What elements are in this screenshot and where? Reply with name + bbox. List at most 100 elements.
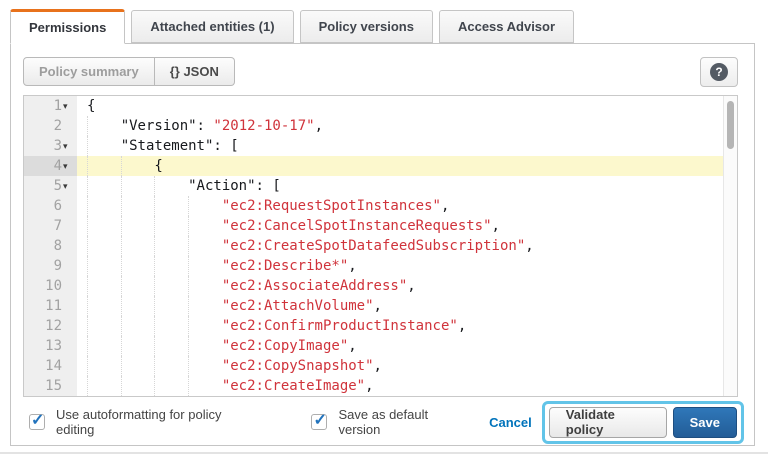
indent-guide [188,256,222,276]
indent-guide [121,256,155,276]
json-code-editor[interactable]: 1▾2▾3▾4▾5▾6▾7▾8▾9▾10▾11▾12▾13▾14▾15▾ {"V… [23,95,738,397]
fold-arrow-icon[interactable]: ▾ [63,96,74,116]
tab-access-advisor[interactable]: Access Advisor [439,10,574,43]
policy-editor-page: PermissionsAttached entities (1)Policy v… [0,0,768,460]
code-line: "ec2:CancelSpotInstanceRequests", [77,216,723,236]
line-number: 10 [45,276,62,296]
indent-guide [87,316,121,336]
indent-guide [87,376,121,396]
line-number: 12 [45,316,62,336]
gutter-line: 11▾ [24,296,77,316]
gutter-line: 12▾ [24,316,77,336]
code-line: "ec2:CreateImage", [77,376,723,396]
gutter-line: 1▾ [24,96,77,116]
code-line: "ec2:AssociateAddress", [77,276,723,296]
editor-gutter: 1▾2▾3▾4▾5▾6▾7▾8▾9▾10▾11▾12▾13▾14▾15▾ [24,96,77,396]
json-view-button[interactable]: {} JSON [155,57,235,86]
line-number: 8 [54,236,62,256]
gutter-line: 5▾ [24,176,77,196]
code-line: "ec2:CreateSpotDatafeedSubscription", [77,236,723,256]
editor-toolbar: Policy summary {} JSON ? [11,44,754,95]
indent-guide [188,376,222,396]
fold-arrow-icon[interactable]: ▾ [63,176,74,196]
indent-guide [87,356,121,376]
indent-guide [121,316,155,336]
save-button[interactable]: Save [673,407,737,438]
code-line: "Version": "2012-10-17", [77,116,723,136]
line-number: 5 [54,176,62,196]
gutter-line: 15▾ [24,376,77,396]
indent-guide [87,336,121,356]
gutter-line: 8▾ [24,236,77,256]
policy-summary-button[interactable]: Policy summary [23,57,155,86]
indent-guide [87,256,121,276]
line-number: 7 [54,216,62,236]
gutter-line: 9▾ [24,256,77,276]
tab-policy-versions[interactable]: Policy versions [300,10,433,43]
line-number: 6 [54,196,62,216]
check-icon: ✓ [313,410,326,430]
indent-guide [188,196,222,216]
indent-guide [154,296,188,316]
view-toggle-group: Policy summary {} JSON [23,57,235,86]
indent-guide [87,196,121,216]
editor-code[interactable]: {"Version": "2012-10-17","Statement": [{… [77,96,723,396]
indent-guide [121,356,155,376]
line-number: 14 [45,356,62,376]
tab-permissions[interactable]: Permissions [10,9,125,44]
fold-arrow-icon[interactable]: ▾ [63,136,74,156]
gutter-line: 3▾ [24,136,77,156]
indent-guide [87,116,121,136]
indent-guide [87,276,121,296]
autoformat-checkbox[interactable]: ✓ [29,414,45,430]
line-number: 15 [45,376,62,396]
indent-guide [154,196,188,216]
indent-guide [87,296,121,316]
gutter-line: 2▾ [24,116,77,136]
indent-guide [188,216,222,236]
indent-guide [188,316,222,336]
indent-guide [121,296,155,316]
code-line: "ec2:CopySnapshot", [77,356,723,376]
cancel-link[interactable]: Cancel [489,415,532,430]
gutter-line: 14▾ [24,356,77,376]
page-divider [0,452,768,454]
autoformat-label: Use autoformatting for policy editing [56,407,256,437]
code-line: { [77,96,723,116]
gutter-line: 6▾ [24,196,77,216]
gutter-line: 7▾ [24,216,77,236]
editor-scrollbar[interactable] [723,96,737,396]
indent-guide [154,356,188,376]
indent-guide [121,156,155,176]
indent-guide [121,276,155,296]
line-number: 2 [54,116,62,136]
indent-guide [154,236,188,256]
indent-guide [154,216,188,236]
tab-bar: PermissionsAttached entities (1)Policy v… [10,8,768,43]
default-version-checkbox[interactable]: ✓ [311,414,327,430]
gutter-line: 4▾ [24,156,77,176]
code-line: "ec2:RequestSpotInstances", [77,196,723,216]
line-number: 1 [54,96,62,116]
indent-guide [154,176,188,196]
help-button[interactable]: ? [700,57,738,87]
line-number: 13 [45,336,62,356]
indent-guide [121,236,155,256]
scrollbar-thumb[interactable] [727,101,734,149]
code-line: "ec2:ConfirmProductInstance", [77,316,723,336]
question-mark-icon: ? [710,63,728,81]
indent-guide [87,236,121,256]
tab-attached-entities-1[interactable]: Attached entities (1) [131,10,293,43]
indent-guide [87,156,121,176]
indent-guide [188,356,222,376]
validate-policy-button[interactable]: Validate policy [549,407,667,438]
indent-guide [154,376,188,396]
editor-footer: ✓ Use autoformatting for policy editing … [11,397,754,447]
indent-guide [121,376,155,396]
check-icon: ✓ [31,410,44,430]
fold-arrow-icon[interactable]: ▾ [63,156,74,176]
line-number: 9 [54,256,62,276]
indent-guide [154,316,188,336]
line-number: 3 [54,136,62,156]
indent-guide [87,136,121,156]
